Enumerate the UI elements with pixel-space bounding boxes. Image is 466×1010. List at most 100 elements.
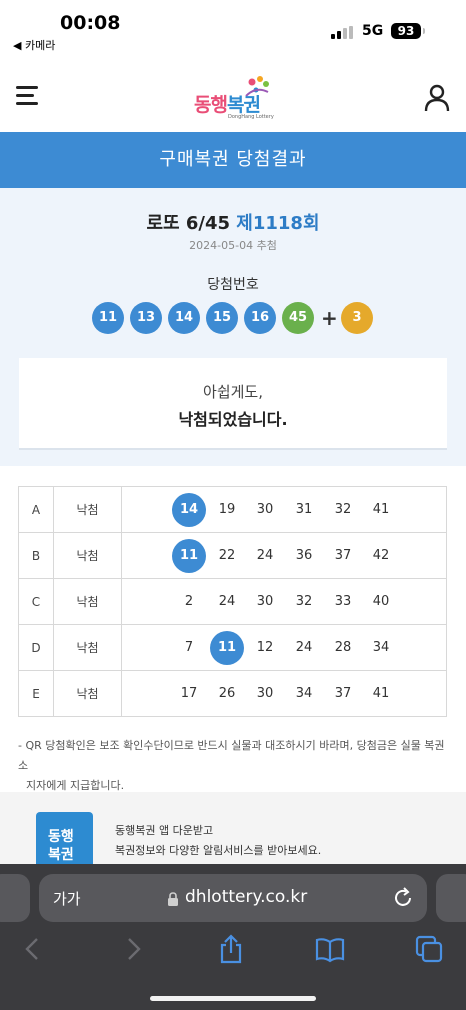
url-text: dhlottery.co.kr xyxy=(185,887,308,907)
ticket-number: 24 xyxy=(256,548,274,563)
home-indicator[interactable] xyxy=(150,996,316,1001)
ticket-number: 32 xyxy=(295,594,313,609)
ticket-number: 37 xyxy=(334,686,352,701)
promo-icon-text-2: 복권 xyxy=(48,847,74,863)
winning-ball: 45 xyxy=(282,302,314,334)
notice-line1: - QR 당첨확인은 보조 확인수단이므로 반드시 실물과 대조하시기 바라며,… xyxy=(18,739,445,772)
site-logo[interactable]: 동행복권 DongHang Lottery xyxy=(190,74,280,124)
lock-icon xyxy=(168,892,178,906)
share-icon[interactable] xyxy=(216,934,246,964)
ticket-number: 17 xyxy=(180,686,198,701)
app-promo[interactable]: 동행 복권 동행복권 앱 다운받고 복권정보와 다양한 알림서비스를 받아보세요… xyxy=(0,792,466,872)
ticket-set-label: B xyxy=(18,532,54,579)
bookmarks-icon[interactable] xyxy=(315,934,345,964)
ticket-number: 37 xyxy=(334,548,352,563)
winning-ball: 11 xyxy=(92,302,124,334)
back-to-app-link[interactable]: ◀ 카메라 xyxy=(13,37,55,53)
address-bar[interactable]: 가가 dhlottery.co.kr xyxy=(39,874,427,922)
winning-ball: 14 xyxy=(168,302,200,334)
tabs-icon[interactable] xyxy=(414,934,444,964)
ticket-number: 30 xyxy=(256,686,274,701)
next-tab-preview[interactable] xyxy=(436,874,466,922)
ticket-numbers: 14 19 30 31 32 41 xyxy=(121,486,447,533)
status-time: 00:08 xyxy=(60,12,121,34)
draw-result-section: 로또 6/45 제1118회 2024-05-04 추첨 당첨번호 11 13 … xyxy=(0,188,466,466)
ticket-row: A 낙첨 14 19 30 31 32 41 xyxy=(18,486,447,533)
ticket-number: 40 xyxy=(372,594,390,609)
page-settings-button[interactable]: 가가 xyxy=(53,888,81,909)
ticket-number: 12 xyxy=(256,640,274,655)
ticket-number: 24 xyxy=(295,640,313,655)
browser-toolbar: 가가 dhlottery.co.kr xyxy=(0,864,466,1010)
ticket-number: 2 xyxy=(184,594,194,609)
ticket-number: 30 xyxy=(256,502,274,517)
signal-icon xyxy=(331,26,353,39)
ticket-number: 26 xyxy=(218,686,236,701)
result-message-line1: 아쉽게도, xyxy=(203,383,263,401)
promo-line1: 동행복권 앱 다운받고 xyxy=(115,824,214,837)
draw-date: 2024-05-04 추첨 xyxy=(189,239,277,252)
result-message-box: 아쉽게도, 낙첨되었습니다. xyxy=(19,358,447,450)
ticket-row: E 낙첨 17 26 30 34 37 41 xyxy=(18,670,447,717)
back-icon[interactable] xyxy=(18,934,48,964)
ticket-number: 30 xyxy=(256,594,274,609)
status-bar: 00:08 ◀ 카메라 5G 93 xyxy=(0,0,466,60)
logo-text-2: 복권 xyxy=(226,94,261,116)
previous-tab-preview[interactable] xyxy=(0,874,30,922)
winning-ball: 16 xyxy=(244,302,276,334)
result-message-line2: 낙첨되었습니다. xyxy=(178,410,288,429)
ticket-number: 32 xyxy=(334,502,352,517)
logo-text: 동행복권 xyxy=(194,90,261,117)
promo-line2: 복권정보와 다양한 알림서비스를 받아보세요. xyxy=(115,844,322,857)
ticket-number: 22 xyxy=(218,548,236,563)
plus-sign: + xyxy=(321,306,338,330)
ticket-number: 42 xyxy=(372,548,390,563)
winning-ball: 15 xyxy=(206,302,238,334)
ticket-numbers: 17 26 30 34 37 41 xyxy=(121,670,447,717)
user-icon[interactable] xyxy=(424,84,450,112)
reload-icon[interactable] xyxy=(391,886,415,910)
logo-subtitle: DongHang Lottery xyxy=(228,114,274,120)
ticket-number: 34 xyxy=(372,640,390,655)
ticket-number: 24 xyxy=(218,594,236,609)
winning-numbers-label: 당첨번호 xyxy=(207,277,259,293)
ticket-set-label: E xyxy=(18,670,54,717)
ticket-number: 33 xyxy=(334,594,352,609)
ticket-row: D 낙첨 7 11 12 24 28 34 xyxy=(18,624,447,671)
battery-icon: 93 xyxy=(391,23,421,39)
ticket-number: 19 xyxy=(218,502,236,517)
matched-number: 11 xyxy=(210,631,244,665)
ticket-number: 41 xyxy=(372,502,390,517)
matched-number: 11 xyxy=(172,539,206,573)
ticket-set-label: A xyxy=(18,486,54,533)
page-title: 구매복권 당첨결과 xyxy=(0,132,466,188)
ticket-result: 낙첨 xyxy=(53,624,122,671)
ticket-number: 36 xyxy=(295,548,313,563)
notice-text: - QR 당첨확인은 보조 확인수단이므로 반드시 실물과 대조하시기 바라며,… xyxy=(18,736,450,796)
round-number: 제1118회 xyxy=(236,213,320,234)
ticket-set-label: C xyxy=(18,578,54,625)
matched-number: 14 xyxy=(172,493,206,527)
site-header: 동행복권 DongHang Lottery xyxy=(0,60,466,132)
ticket-numbers: 7 11 12 24 28 34 xyxy=(121,624,447,671)
ticket-number: 7 xyxy=(184,640,194,655)
app-logo-icon: 동행 복권 xyxy=(36,812,93,869)
promo-icon-text-1: 동행 xyxy=(48,829,74,845)
forward-icon[interactable] xyxy=(118,934,148,964)
ticket-set-label: D xyxy=(18,624,54,671)
ticket-result: 낙첨 xyxy=(53,670,122,717)
ticket-row: C 낙첨 2 24 30 32 33 40 xyxy=(18,578,447,625)
winning-ball: 13 xyxy=(130,302,162,334)
ticket-result: 낙첨 xyxy=(53,486,122,533)
logo-text-1: 동행 xyxy=(194,94,228,116)
ticket-result: 낙첨 xyxy=(53,578,122,625)
ticket-row: B 낙첨 11 22 24 36 37 42 xyxy=(18,532,447,579)
ticket-number: 28 xyxy=(334,640,352,655)
ticket-number: 31 xyxy=(295,502,313,517)
ticket-numbers: 11 22 24 36 37 42 xyxy=(121,532,447,579)
round-title: 로또 6/45 제1118회 xyxy=(0,209,466,235)
ticket-result: 낙첨 xyxy=(53,532,122,579)
ticket-number: 34 xyxy=(295,686,313,701)
ticket-numbers: 2 24 30 32 33 40 xyxy=(121,578,447,625)
hamburger-icon[interactable] xyxy=(16,86,42,108)
